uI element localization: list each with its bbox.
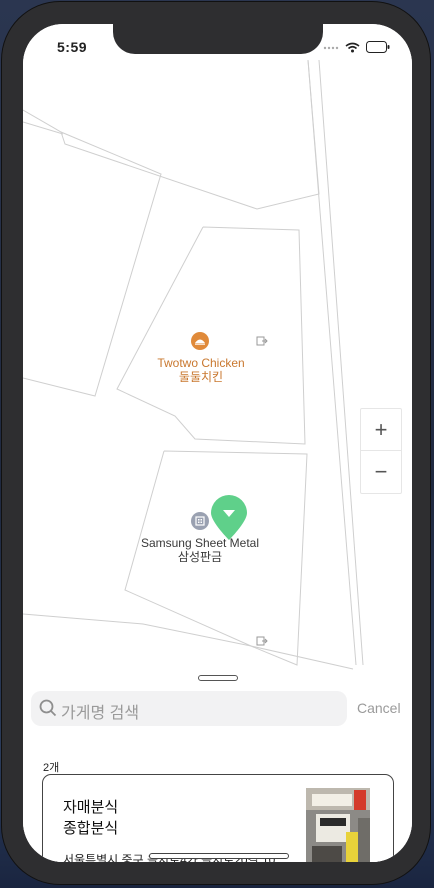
phone-frame: 5:59 Twotwo Chicken 둘둘치킨 Samsung Sheet M… (2, 2, 430, 884)
sheet-drag-handle[interactable] (198, 675, 238, 681)
poi-samsung-sheet-metal[interactable]: Samsung Sheet Metal 삼성판금 (135, 536, 265, 564)
status-time: 5:59 (57, 39, 88, 55)
map-view[interactable]: Twotwo Chicken 둘둘치킨 Samsung Sheet Metal … (23, 24, 412, 676)
device-notch (113, 24, 323, 54)
entrance-icon (256, 336, 268, 646)
search-icon (39, 699, 57, 722)
zoom-in-button[interactable]: + (361, 409, 401, 451)
search-input[interactable]: 가게명 검색 (31, 691, 347, 726)
signal-icon (323, 40, 339, 58)
restaurant-icon[interactable] (191, 332, 209, 350)
location-pin-icon[interactable] (209, 494, 249, 542)
poi-name-ko: 둘둘치킨 (178, 370, 224, 384)
bottom-sheet: 가게명 검색 Cancel 2개 자매분식 종합분식 서울특별시 중구 을지로4… (23, 670, 412, 862)
battery-icon (366, 40, 390, 58)
cancel-button[interactable]: Cancel (357, 700, 401, 716)
poi-name-en: Samsung Sheet Metal (140, 536, 260, 550)
wifi-icon (345, 40, 360, 58)
zoom-control: + − (360, 408, 402, 494)
store-name: 자매분식 (63, 799, 119, 816)
home-indicator[interactable] (149, 853, 289, 859)
search-placeholder: 가게명 검색 (61, 705, 140, 722)
store-photo (306, 788, 370, 862)
poi-name-en: Twotwo Chicken (157, 356, 245, 370)
app-screen: 5:59 Twotwo Chicken 둘둘치킨 Samsung Sheet M… (23, 24, 412, 862)
building-icon[interactable] (191, 512, 209, 530)
store-card[interactable]: 자매분식 종합분식 서울특별시 중구 을지로4가 을지로20길 10 (42, 774, 394, 862)
map-roads (23, 59, 364, 670)
store-category: 종합분식 (63, 820, 119, 837)
poi-twotwo-chicken[interactable]: Twotwo Chicken 둘둘치킨 (151, 356, 251, 384)
status-icons (323, 40, 390, 58)
result-count: 2개 (43, 762, 60, 774)
zoom-out-button[interactable]: − (361, 451, 401, 493)
poi-name-ko: 삼성판금 (177, 550, 223, 564)
